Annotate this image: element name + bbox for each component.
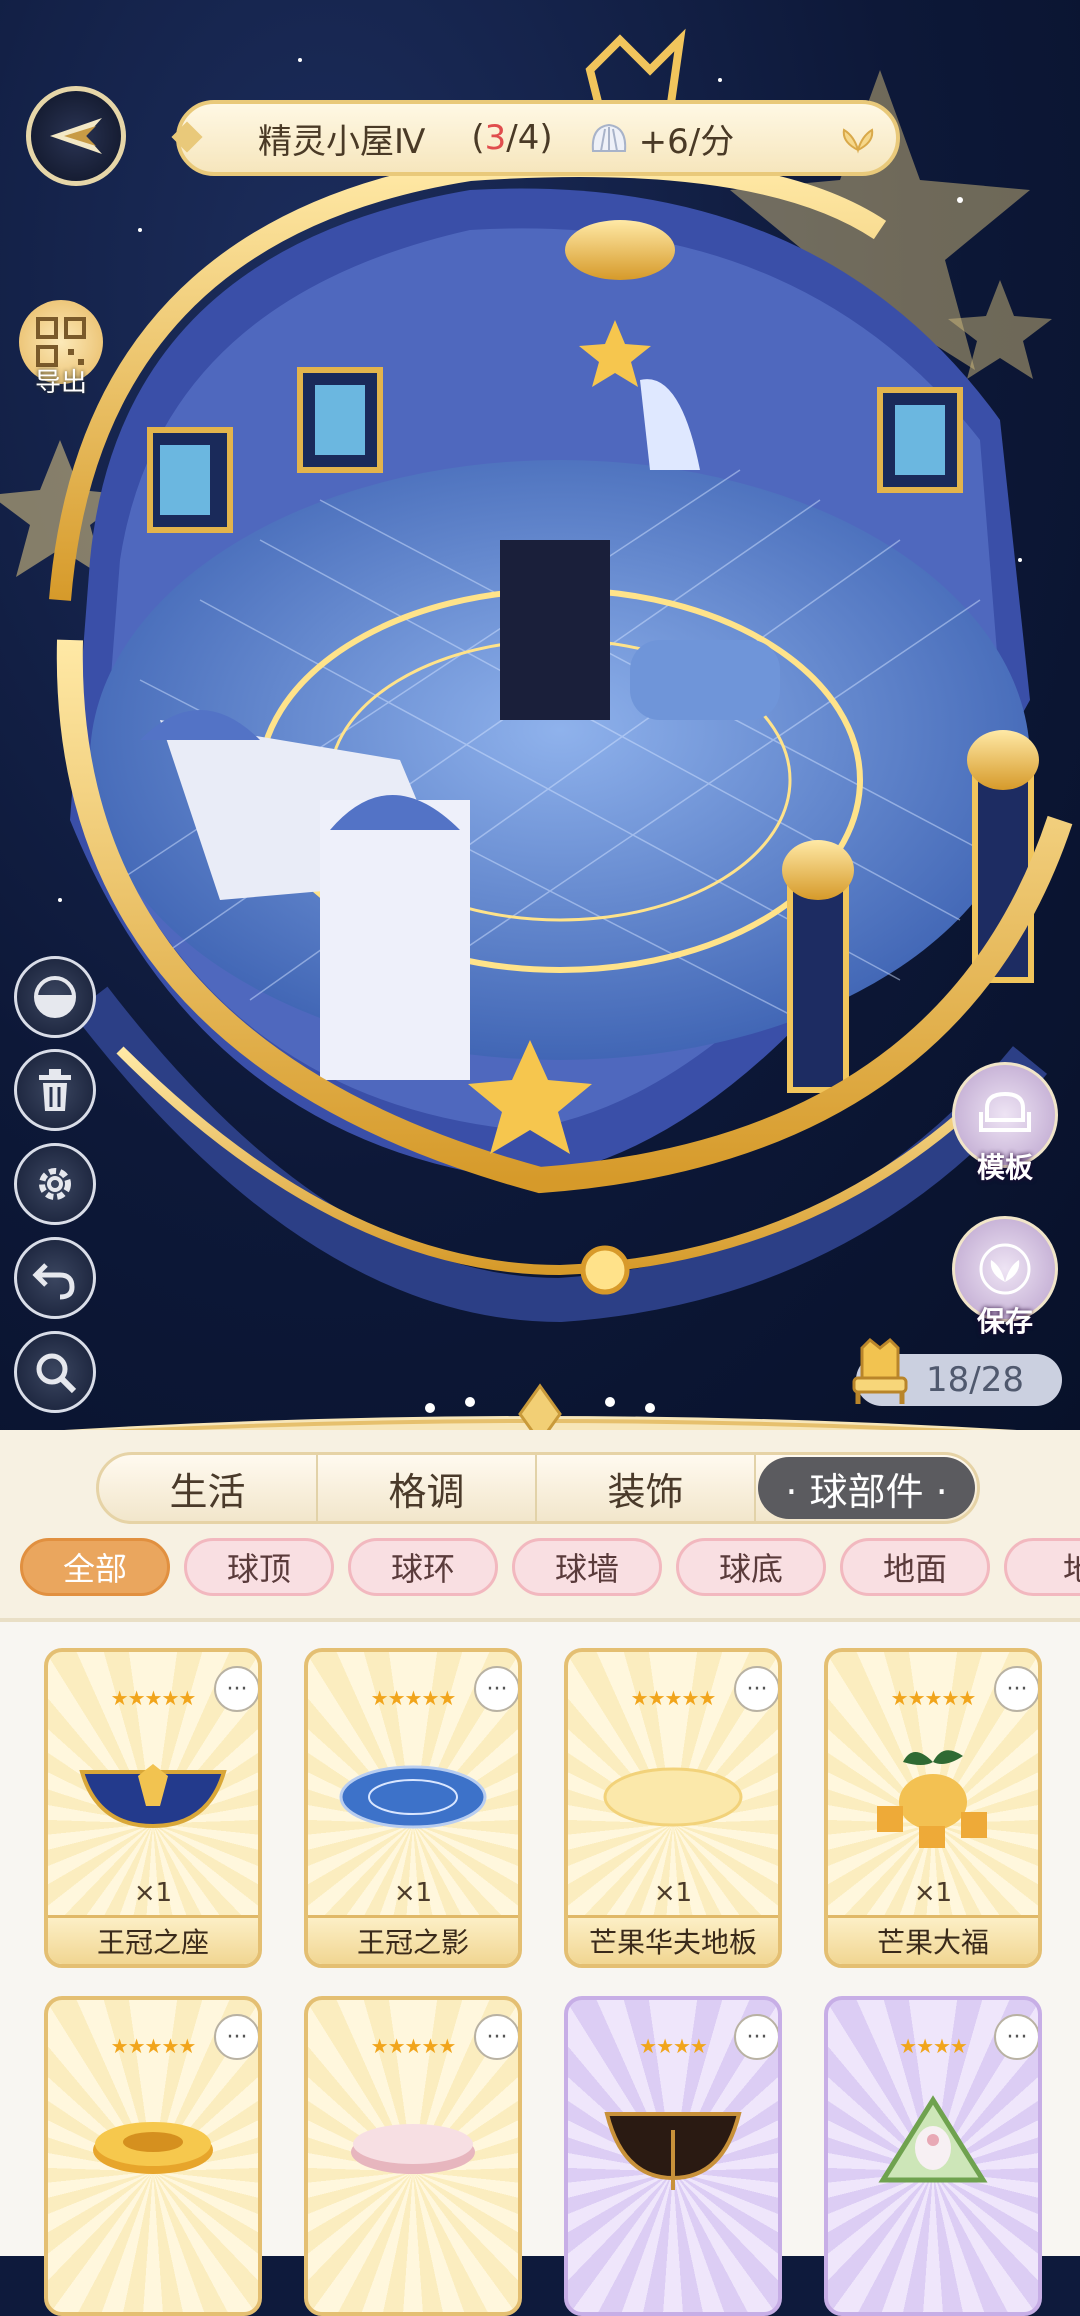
sphere-room-illustration [0, 28, 1073, 1323]
qr-glyph [36, 317, 86, 367]
room-scene[interactable]: 精灵小屋Ⅳ (3/4) +6/分 导出 模板 保存 18/28 [0, 0, 1080, 1440]
filter-base[interactable]: 球底 [676, 1538, 826, 1596]
tab-sphere-parts[interactable]: · 球部件 · [758, 1457, 975, 1519]
item-grid: ★★★★★ ··· ×1 王冠之座 ★★★★★ ··· ×1 王冠之影 ★★★★… [0, 1622, 1080, 2316]
item-card[interactable]: ★★★★★ ··· ×1 芒果大福 [824, 1648, 1042, 1968]
item-quantity: ×1 [393, 1878, 433, 1908]
filter-all[interactable]: 全部 [20, 1538, 170, 1596]
filter-more[interactable]: 地 [1004, 1538, 1080, 1596]
item-name: 芒果华夫地板 [568, 1915, 778, 1964]
gear-icon [39, 1168, 71, 1200]
tab-decor[interactable]: 装饰 [537, 1455, 756, 1521]
clear-button[interactable] [14, 1049, 96, 1131]
crown-throne-item-image [48, 1722, 258, 1872]
half-sphere-icon [34, 976, 76, 1018]
golden-ring-item-image [48, 2070, 258, 2220]
more-options-button[interactable]: ··· [474, 1666, 518, 1712]
item-quantity: ×1 [133, 1878, 173, 1908]
save-glyph [979, 1243, 1031, 1295]
category-tabs: 生活 格调 装饰 · 球部件 · [96, 1452, 980, 1524]
house-count-current: 3 [484, 118, 507, 158]
house-name: 精灵小屋Ⅳ [258, 121, 426, 162]
tab-life[interactable]: 生活 [99, 1455, 318, 1521]
back-arrow-icon [50, 118, 102, 154]
more-options-button[interactable]: ··· [734, 2014, 778, 2060]
undo-button[interactable] [14, 1237, 96, 1319]
export-button[interactable]: 导出 [16, 300, 106, 410]
more-options-button[interactable]: ··· [994, 2014, 1038, 2060]
trash-icon [39, 1069, 71, 1111]
more-options-button[interactable]: ··· [734, 1666, 778, 1712]
income-rate: +6/分 [589, 114, 735, 163]
item-card[interactable]: ★★★★★ ··· [304, 1996, 522, 2316]
crown-shadow-item-image [308, 1722, 518, 1872]
back-button[interactable] [26, 86, 126, 186]
item-name: 芒果大福 [828, 1915, 1038, 1964]
save-button[interactable]: 保存 [950, 1216, 1060, 1340]
item-name: 王冠之影 [308, 1915, 518, 1964]
template-button[interactable]: 模板 [950, 1062, 1060, 1186]
item-name: 王冠之座 [48, 1915, 258, 1964]
item-card[interactable]: ★★★★★ ··· [44, 1996, 262, 2316]
tab-style[interactable]: 格调 [318, 1455, 537, 1521]
dark-bowl-item-image [568, 2070, 778, 2220]
more-options-button[interactable]: ··· [214, 1666, 258, 1712]
filter-top[interactable]: 球顶 [184, 1538, 334, 1596]
export-label: 导出 [34, 368, 87, 398]
save-label: 保存 [976, 1305, 1033, 1338]
house-count: (3/4) [471, 118, 553, 158]
more-options-button[interactable]: ··· [474, 2014, 518, 2060]
mango-waffle-floor-item-image [568, 1722, 778, 1872]
item-card[interactable]: ★★★★ ··· [824, 1996, 1042, 2316]
settings-button[interactable] [14, 1143, 96, 1225]
more-options-button[interactable]: ··· [994, 1666, 1038, 1712]
house-title-bar: 精灵小屋Ⅳ (3/4) +6/分 [171, 100, 900, 176]
more-options-button[interactable]: ··· [214, 2014, 258, 2060]
item-quantity: ×1 [913, 1878, 953, 1908]
template-label: 模板 [976, 1151, 1033, 1184]
green-arch-item-image [828, 2070, 1038, 2220]
pink-cake-base-item-image [308, 2070, 518, 2220]
item-card[interactable]: ★★★★★ ··· ×1 芒果华夫地板 [564, 1648, 782, 1968]
item-card[interactable]: ★★★★★ ··· ×1 王冠之影 [304, 1648, 522, 1968]
lotus-ornament-icon [842, 128, 874, 154]
income-rate-text: +6/分 [638, 121, 735, 162]
view-toggle-button[interactable] [14, 956, 96, 1038]
item-card[interactable]: ★★★★ ··· [564, 1996, 782, 2316]
shell-currency-icon [591, 123, 626, 152]
mango-daifuku-item-image [828, 1722, 1038, 1872]
filter-wall[interactable]: 球墙 [512, 1538, 662, 1596]
armchair-glyph [979, 1091, 1031, 1132]
filter-floor[interactable]: 地面 [840, 1538, 990, 1596]
undo-arrow-icon [32, 1263, 75, 1300]
item-card[interactable]: ★★★★★ ··· ×1 王冠之座 [44, 1648, 262, 1968]
item-quantity: ×1 [653, 1878, 693, 1908]
filter-ring[interactable]: 球环 [348, 1538, 498, 1596]
subcategory-filters: 全部 球顶 球环 球墙 球底 地面 地 [0, 1538, 1080, 1608]
